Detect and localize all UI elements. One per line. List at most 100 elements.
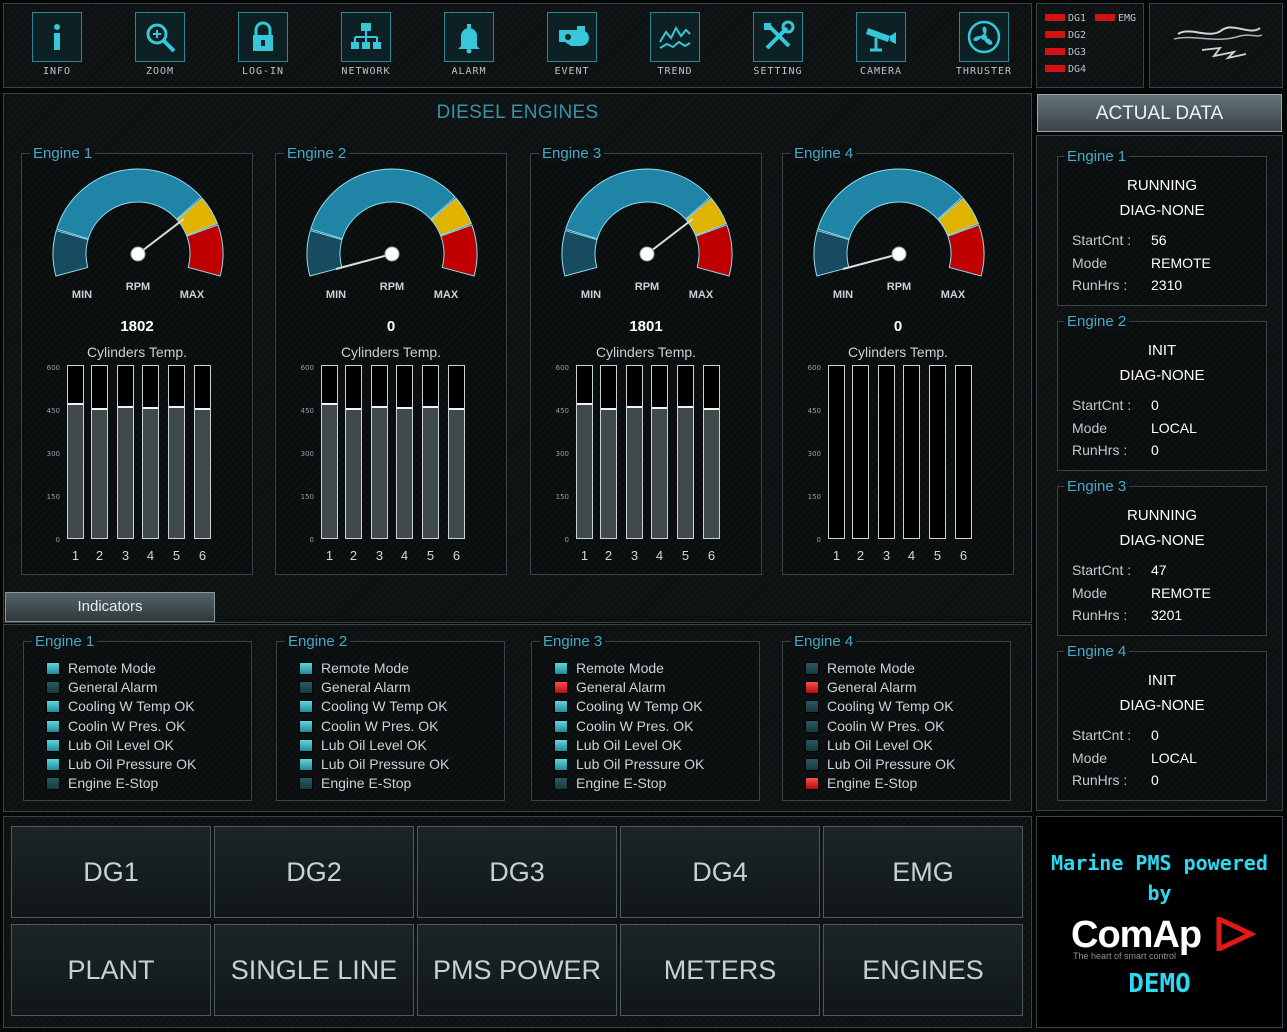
indicator-led-icon: [46, 681, 60, 695]
mode-label: Mode: [1072, 585, 1108, 601]
indicator-label: Remote Mode: [68, 660, 156, 676]
toolbar-zoom-button[interactable]: ZOOM: [124, 12, 196, 84]
indicator-led-icon: [46, 738, 60, 752]
gauge-hub: [384, 246, 400, 262]
indicator-led-icon: [46, 758, 60, 771]
dg-status-emg: EMG: [1095, 13, 1136, 24]
toolbar-log-in-button[interactable]: LOG-IN: [227, 12, 299, 84]
actual-data-engine-3: Engine 3 RUNNING DIAG-NONE StartCnt : 47 Mode…: [1057, 478, 1267, 636]
toolbar-alarm-button[interactable]: ALARM: [433, 12, 505, 84]
nav-dg4-button[interactable]: DG4: [620, 826, 820, 918]
indicator-led-icon: [805, 662, 819, 675]
indicator-led-icon: [299, 662, 313, 675]
toolbar-trend-button[interactable]: TREND: [639, 12, 711, 84]
gauge-label-min: MIN: [326, 289, 346, 301]
nav-dg2-button[interactable]: DG2: [214, 826, 414, 918]
cylinder-bar: [903, 365, 920, 539]
indicator-row: Coolin W Pres. OK: [299, 718, 438, 736]
indicator-row: Lub Oil Level OK: [554, 737, 682, 755]
cylinder-bar: [345, 365, 362, 539]
actual-data-tab[interactable]: ACTUAL DATA: [1037, 94, 1282, 132]
y-tick-label: 150: [300, 493, 314, 501]
toolbar-network-button[interactable]: NETWORK: [330, 12, 402, 84]
network-icon: [341, 12, 391, 62]
indicators-tab[interactable]: Indicators: [5, 592, 215, 622]
nav-plant-button[interactable]: PLANT: [11, 924, 211, 1016]
cylinder-bar: [703, 365, 720, 539]
indicator-engine-title: Engine 3: [540, 633, 606, 650]
brand-demo: DEMO: [1128, 969, 1191, 999]
cylinder-bar-fill: [346, 408, 361, 538]
runhrs-label: RunHrs :: [1072, 277, 1128, 293]
rpm-gauge: MIN RPM MAX: [813, 168, 985, 301]
info-icon: [32, 12, 82, 62]
indicator-row: Lub Oil Level OK: [805, 737, 933, 755]
mode-label: Mode: [1072, 420, 1108, 436]
indicator-row: Engine E-Stop: [805, 775, 917, 793]
led-icon: [1045, 31, 1065, 38]
cylinder-bar-fill: [704, 408, 719, 538]
engine-state: RUNNING: [1127, 177, 1197, 194]
nav-pms-power-button[interactable]: PMS POWER: [417, 924, 617, 1016]
nav-engines-button[interactable]: ENGINES: [823, 924, 1023, 1016]
cylinder-bar: [91, 365, 108, 539]
cylinder-bar: [448, 365, 465, 539]
engine-3-card: Engine 3 MIN RPM MAX 1801 Cylinders Temp. 600 4…: [530, 145, 762, 575]
indicator-label: General Alarm: [68, 679, 158, 696]
actual-data-engine-title: Engine 4: [1064, 643, 1130, 660]
indicator-engine-title: Engine 4: [791, 633, 857, 650]
toolbar-label: EVENT: [554, 66, 590, 77]
led-icon: [1045, 14, 1065, 21]
comap-logo-arrow-icon: [1216, 917, 1255, 951]
mode-value: REMOTE: [1151, 585, 1211, 601]
nav-emg-button[interactable]: EMG: [823, 826, 1023, 918]
led-icon: [1045, 65, 1065, 72]
toolbar-label: ALARM: [451, 66, 487, 77]
indicator-row: Cooling W Temp OK: [46, 698, 195, 716]
indicator-led-icon: [805, 777, 819, 791]
indicator-row: Lub Oil Pressure OK: [805, 756, 955, 774]
dg-status-dg4: DG4: [1045, 64, 1086, 75]
cylinder-number: 1: [325, 548, 334, 563]
cylinder-number: 3: [121, 548, 130, 563]
nav-single-line-button[interactable]: SINGLE LINE: [214, 924, 414, 1016]
cylinder-bar: [168, 365, 185, 539]
gauge-label-rpm: RPM: [380, 281, 404, 293]
indicator-led-icon: [299, 777, 313, 791]
startcnt-value: 0: [1151, 727, 1159, 743]
indicator-label: Engine E-Stop: [68, 775, 159, 792]
dg-status-dg3: DG3: [1045, 47, 1086, 58]
indicators-engine-2: Engine 2 Remote Mode General Alarm Cooling …: [276, 633, 505, 801]
nav-dg3-button[interactable]: DG3: [417, 826, 617, 918]
nav-meters-button[interactable]: METERS: [620, 924, 820, 1016]
indicators-engine-3: Engine 3 Remote Mode General Alarm Cooling …: [531, 633, 760, 801]
toolbar-camera-button[interactable]: CAMERA: [845, 12, 917, 84]
cylinder-number: 5: [681, 548, 690, 563]
indicator-row: Cooling W Temp OK: [554, 698, 703, 716]
nav-dg1-button[interactable]: DG1: [11, 826, 211, 918]
toolbar-info-button[interactable]: INFO: [21, 12, 93, 84]
cylinder-number: 2: [604, 548, 613, 563]
rpm-value: 1802: [120, 318, 154, 335]
rpm-gauge: MIN RPM MAX: [306, 168, 478, 301]
cylinder-bar: [142, 365, 159, 539]
gauge-label-min: MIN: [72, 289, 92, 301]
indicator-row: Coolin W Pres. OK: [554, 718, 693, 736]
toolbar-thruster-button[interactable]: THRUSTER: [948, 12, 1020, 84]
indicator-led-icon: [554, 662, 568, 675]
toolbar-event-button[interactable]: EVENT: [536, 12, 608, 84]
cylinder-bar: [600, 365, 617, 539]
fan-icon: [959, 12, 1009, 62]
indicator-led-icon: [299, 719, 313, 733]
cylinder-bar-fill: [372, 406, 387, 538]
y-tick-label: 600: [555, 364, 569, 372]
y-tick-label: 600: [46, 364, 60, 372]
cylinder-bar-fill: [322, 403, 337, 538]
toolbar-setting-button[interactable]: SETTING: [742, 12, 814, 84]
cylinder-bar-fill: [397, 407, 412, 538]
y-tick-label: 0: [564, 536, 569, 544]
indicator-label: Coolin W Pres. OK: [68, 717, 186, 734]
cylinder-number: 6: [707, 548, 716, 563]
dg-status-dg2: DG2: [1045, 30, 1086, 41]
gauge-normal-segment: [817, 168, 963, 240]
